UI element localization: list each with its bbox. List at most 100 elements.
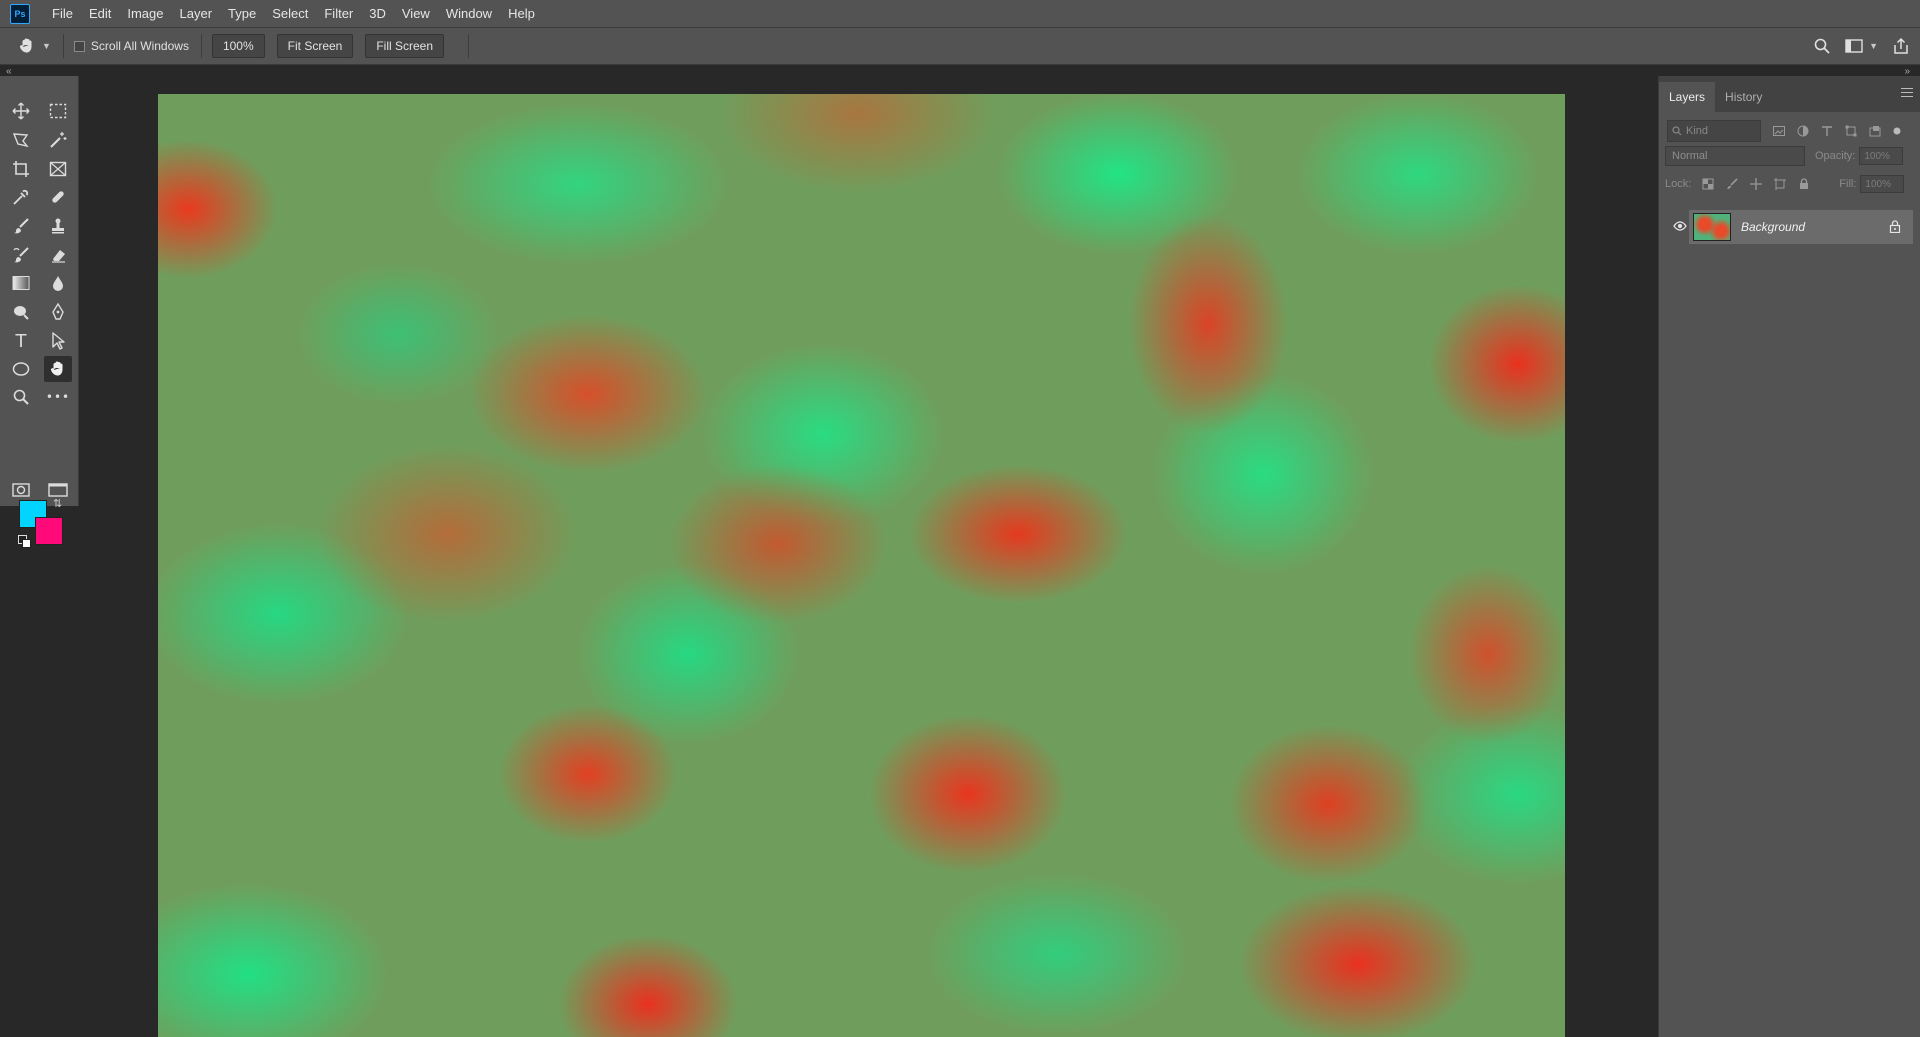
filter-smart-object-icon[interactable] [1869,125,1881,137]
quick-mask-icon [12,483,30,497]
zoom-100-button[interactable]: 100% [211,34,265,58]
blur-tool[interactable] [44,270,72,296]
polygonal-lasso-icon [12,133,29,148]
menu-3d[interactable]: 3D [361,0,394,27]
crop-tool[interactable] [7,156,35,182]
history-brush-icon [13,247,29,263]
fit-screen-button[interactable]: Fit Screen [276,34,354,58]
frame-icon [49,161,67,177]
hand-tool[interactable] [44,356,72,382]
zoom-icon [13,389,29,405]
lock-artboard-icon[interactable] [1773,177,1787,191]
ellipse-icon [12,362,30,376]
magic-wand-icon [50,132,67,148]
magic-wand-tool[interactable] [44,127,72,153]
default-colors-icon[interactable] [18,535,31,548]
menu-view[interactable]: View [394,0,438,27]
menu-help[interactable]: Help [500,0,543,27]
menu-image[interactable]: Image [119,0,171,27]
scroll-all-windows-label: Scroll All Windows [90,39,189,53]
rectangular-marquee-icon [49,103,67,119]
fill-screen-button[interactable]: Fill Screen [365,34,445,58]
filter-kind-label: Kind [1686,125,1709,137]
blend-opacity-row: Normal Opacity: 100% [1659,146,1920,166]
history-brush-tool[interactable] [7,242,35,268]
checkbox-box[interactable] [73,40,85,52]
frame-tool[interactable] [44,156,72,182]
document-canvas[interactable] [158,94,1565,1037]
photoshop-logo[interactable]: Ps [10,3,30,24]
eraser-icon [52,250,65,263]
gradient-tool[interactable] [7,270,35,296]
menu-type[interactable]: Type [220,0,264,27]
tab-history[interactable]: History [1715,82,1772,112]
eraser-tool[interactable] [44,242,72,268]
share-icon[interactable] [1892,37,1910,55]
opacity-field[interactable]: 100% [1859,147,1904,165]
filter-shape-icon[interactable] [1845,125,1857,137]
search-icon[interactable] [1813,37,1831,55]
visibility-eye-icon[interactable] [1673,221,1687,231]
type-tool[interactable]: T [7,328,35,354]
opacity-value: 100% [1864,150,1890,162]
tab-layers[interactable]: Layers [1659,82,1716,112]
layer-filter-kind[interactable]: Kind [1667,120,1761,142]
lasso-tool[interactable] [7,127,35,153]
panel-menu-icon[interactable] [1901,88,1913,100]
workspace-switcher[interactable]: ▼ [1845,38,1878,54]
move-tool[interactable] [7,98,35,124]
pen-tool[interactable] [44,299,72,325]
search-icon [1672,126,1682,136]
pen-icon [52,303,64,320]
filter-type-icon[interactable] [1821,125,1833,137]
menu-bar: Ps File Edit Image Layer Type Select Fil… [0,0,1920,28]
clone-stamp-tool[interactable] [44,213,72,239]
eyedropper-tool[interactable] [7,184,35,210]
screen-mode-button[interactable] [44,477,72,503]
lock-position-icon[interactable] [1749,177,1763,191]
tools-panel: T ••• ⇅ [0,76,79,548]
chevron-down-icon: ▼ [1869,41,1878,51]
stamp-icon [52,218,64,234]
fill-field[interactable]: 100% [1860,175,1905,193]
filter-adjustment-icon[interactable] [1797,125,1809,137]
dodge-tool[interactable] [7,299,35,325]
opacity-label: Opacity: [1815,150,1856,162]
arrow-cursor-icon [52,332,65,350]
more-icon: ••• [45,390,71,404]
scroll-all-windows-checkbox[interactable]: Scroll All Windows [73,39,189,53]
menu-file[interactable]: File [44,0,81,27]
layer-row-background[interactable]: Background [1689,210,1913,244]
menu-layer[interactable]: Layer [172,0,221,27]
marquee-tool[interactable] [44,98,72,124]
blend-mode-value: Normal [1672,150,1708,162]
menu-window[interactable]: Window [438,0,500,27]
ellipse-tool[interactable] [7,356,35,382]
zoom-tool[interactable] [7,384,35,410]
lock-image-pixels-icon[interactable] [1725,177,1739,191]
menu-edit[interactable]: Edit [81,0,119,27]
options-divider [62,34,64,58]
menu-select[interactable]: Select [264,0,316,27]
options-right-group: ▼ [1813,28,1910,64]
lock-icon[interactable] [1889,220,1901,233]
layer-thumbnail [1693,213,1731,241]
lock-transparent-pixels-icon[interactable] [1701,177,1715,191]
brush-tool[interactable] [7,213,35,239]
more-tools[interactable]: ••• [44,384,72,410]
drop-icon [53,276,63,291]
filter-toggle-icon[interactable] [1891,125,1903,137]
healing-brush-tool[interactable] [44,184,72,210]
lock-label: Lock: [1665,178,1692,190]
blend-mode-select[interactable]: Normal [1665,146,1805,166]
menu-filter[interactable]: Filter [316,0,361,27]
path-selection-tool[interactable] [44,328,72,354]
quick-mask-button[interactable] [7,477,35,503]
tool-preset-picker[interactable]: ▼ [18,37,51,55]
filter-pixel-icon[interactable] [1773,125,1785,137]
brush-icon [14,218,29,234]
options-divider [200,34,202,58]
gradient-icon [12,276,30,290]
lock-all-icon[interactable] [1797,177,1811,191]
background-color-swatch[interactable] [35,517,63,545]
